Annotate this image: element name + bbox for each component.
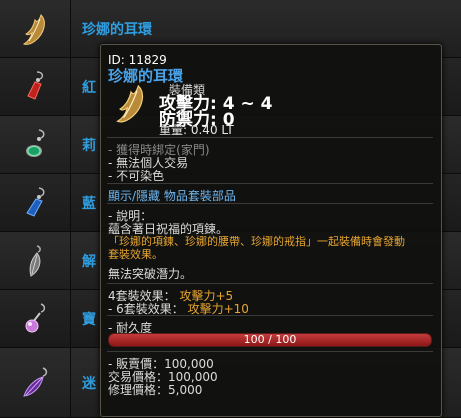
list-item-icon-cell [0,58,71,115]
list-item-name: 紅 [82,79,96,96]
divider [107,183,433,184]
description-line: 套裝效果。 [108,248,163,261]
red-gem-earring-icon [27,70,44,100]
purple-leaf-earring-icon [23,366,48,397]
blue-gem-earring-icon [26,186,45,217]
divider [107,351,433,352]
divider [107,315,433,316]
green-gem-earring-icon [26,128,45,157]
list-item-name: 莉 [82,137,96,154]
list-item-name: 迷 [82,375,96,392]
durability-text: 100 / 100 [243,333,297,346]
list-item-name: 寶 [82,311,96,328]
set-effect-value: 攻擊力+10 [187,302,249,316]
list-item-icon-cell [0,116,71,173]
gold-feather-earring-icon [116,84,144,123]
divider [107,283,433,284]
breakthrough-info: 無法突破潛力。 [108,267,193,281]
repair-price: 修理價格：5,000 [108,383,203,397]
pink-orb-earring-icon [25,302,46,332]
list-item-icon-cell [0,290,71,347]
set-effect-label: - 6套裝效果： [108,302,184,316]
gray-feather-earring-icon [29,244,41,277]
divider [107,137,433,138]
divider [107,203,433,204]
item-tooltip: ID: 11829 珍娜的耳環 裝備類 攻擊力: 4 ~ 4 防禦力: 0 重量… [100,44,442,417]
list-item-icon-cell [0,348,71,417]
durability-bar: 100 / 100 [108,333,432,347]
gold-feather-earring-icon [22,13,45,45]
no-dye-info: - 不可染色 [108,169,165,183]
list-item-icon-cell [0,0,71,57]
list-item-icon-cell [0,174,71,231]
weight-stat: 重量: 0.40 LT [159,123,234,137]
set-toggle-link[interactable]: 顯示/隱藏 物品套裝部品 [108,187,236,204]
list-item-name: 藍 [82,195,96,212]
list-item-name: 解 [82,253,96,270]
list-item-icon-cell [0,232,71,289]
